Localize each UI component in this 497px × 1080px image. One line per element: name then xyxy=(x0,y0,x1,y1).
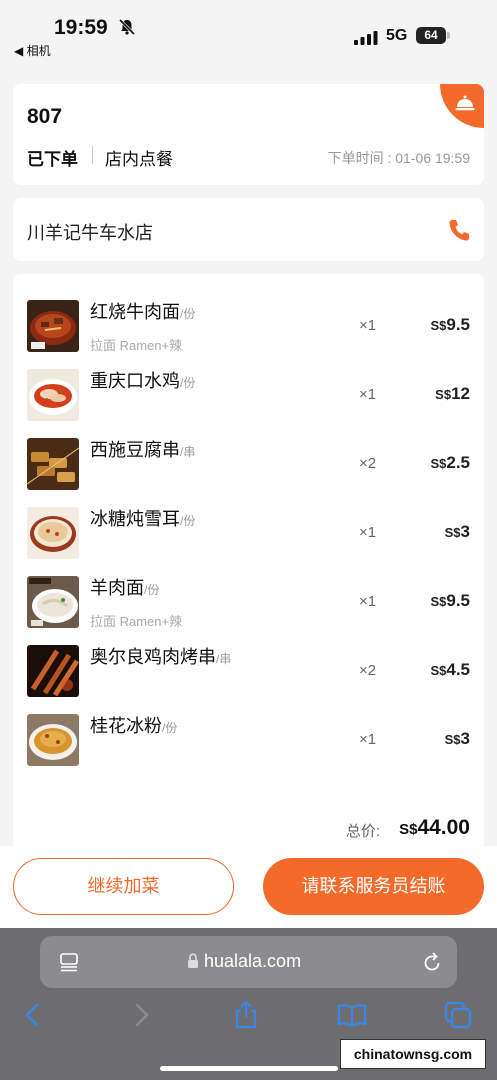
item-options: 拉面 Ramen+辣 xyxy=(90,614,183,629)
home-indicator[interactable] xyxy=(160,1066,338,1071)
total-label: 总价: xyxy=(345,823,380,840)
item-name: 奥尔良鸡肉烤串/串 xyxy=(90,647,232,667)
item-options: 拉面 Ramen+辣 xyxy=(90,338,183,353)
signal-icon xyxy=(354,31,378,45)
item-unit: /份 xyxy=(180,376,196,390)
item-quantity: ×2 xyxy=(359,662,377,679)
item-name: 桂花冰粉/份 xyxy=(90,716,178,736)
item-name: 冰糖炖雪耳/份 xyxy=(90,509,196,529)
order-time: 下单时间 : 01-06 19:59 xyxy=(327,150,470,166)
item-price: S$4.5 xyxy=(430,660,470,679)
lock-icon xyxy=(188,953,198,968)
list-item: 冰糖炖雪耳/份 ×1 S$3 xyxy=(13,507,484,567)
battery-level: 64 xyxy=(416,27,446,44)
share-icon[interactable] xyxy=(231,1000,261,1030)
dish-image xyxy=(27,438,79,490)
item-price: S$9.5 xyxy=(430,315,470,334)
item-quantity: ×1 xyxy=(359,593,377,610)
bookmarks-icon[interactable] xyxy=(337,1000,367,1030)
action-bar: 继续加菜 请联系服务员结账 xyxy=(0,846,497,928)
order-status: 已下单 xyxy=(27,150,78,169)
dish-image xyxy=(27,369,79,421)
phone-icon[interactable] xyxy=(448,218,470,242)
item-price: S$12 xyxy=(435,384,470,403)
item-unit: /份 xyxy=(162,721,178,735)
service-bell-icon xyxy=(455,95,475,111)
service-bell-badge[interactable] xyxy=(440,84,484,128)
battery-icon: 64 xyxy=(416,27,450,44)
item-quantity: ×2 xyxy=(359,455,377,472)
watermark: chinatownsg.com xyxy=(340,1039,486,1069)
item-quantity: ×1 xyxy=(359,317,377,334)
network-type: 5G xyxy=(386,27,408,44)
item-unit: /串 xyxy=(216,652,232,666)
items-card: 红烧牛肉面/份 拉面 Ramen+辣 ×1 S$9.5 重庆口水鸡/份 ×1 S… xyxy=(13,274,484,854)
bell-slash-icon xyxy=(118,18,136,36)
item-unit: /份 xyxy=(180,307,196,321)
checkout-button[interactable]: 请联系服务员结账 xyxy=(263,858,484,915)
list-item: 红烧牛肉面/份 拉面 Ramen+辣 ×1 S$9.5 xyxy=(13,300,484,360)
url-text: hualala.com xyxy=(204,951,302,971)
clock-time: 19:59 xyxy=(54,16,108,39)
store-name: 川羊记牛车水店 xyxy=(27,223,153,243)
item-name: 羊肉面/份 xyxy=(90,578,160,598)
item-quantity: ×1 xyxy=(359,524,377,541)
dish-image xyxy=(27,576,79,628)
dish-image xyxy=(27,645,79,697)
order-number: 807 xyxy=(27,105,63,128)
forward-icon[interactable] xyxy=(126,1000,156,1030)
tabs-icon[interactable] xyxy=(443,1000,473,1030)
store-card: 川羊记牛车水店 xyxy=(13,198,484,261)
list-item: 桂花冰粉/份 ×1 S$3 xyxy=(13,714,484,774)
total-price: S$44.00 xyxy=(399,816,470,839)
item-unit: /串 xyxy=(180,445,196,459)
item-quantity: ×1 xyxy=(359,731,377,748)
dish-image xyxy=(27,714,79,766)
list-item: 西施豆腐串/串 ×2 S$2.5 xyxy=(13,438,484,498)
reader-icon[interactable] xyxy=(60,952,80,972)
order-card: 807 已下单 店内点餐 下单时间 : 01-06 19:59 xyxy=(13,84,484,185)
order-type: 店内点餐 xyxy=(105,150,173,169)
item-name: 西施豆腐串/串 xyxy=(90,440,196,460)
address-bar[interactable]: hualala.com xyxy=(40,936,457,988)
dish-image xyxy=(27,507,79,559)
reload-icon[interactable] xyxy=(421,951,443,973)
list-item: 奥尔良鸡肉烤串/串 ×2 S$4.5 xyxy=(13,645,484,705)
item-quantity: ×1 xyxy=(359,386,377,403)
divider xyxy=(92,146,93,164)
back-icon[interactable] xyxy=(18,1000,48,1030)
item-price: S$2.5 xyxy=(430,453,470,472)
list-item: 重庆口水鸡/份 ×1 S$12 xyxy=(13,369,484,429)
status-bar: 19:59 ◀ 相机 5G 64 xyxy=(0,0,497,64)
add-more-button[interactable]: 继续加菜 xyxy=(13,858,234,915)
battery-tip xyxy=(447,32,450,39)
back-to-app-link[interactable]: ◀ 相机 xyxy=(14,42,51,59)
dish-image xyxy=(27,300,79,352)
list-item: 羊肉面/份 拉面 Ramen+辣 ×1 S$9.5 xyxy=(13,576,484,636)
item-name: 红烧牛肉面/份 xyxy=(90,302,196,322)
item-price: S$9.5 xyxy=(430,591,470,610)
item-name: 重庆口水鸡/份 xyxy=(90,371,196,391)
item-price: S$3 xyxy=(444,729,470,748)
item-unit: /份 xyxy=(144,583,160,597)
item-unit: /份 xyxy=(180,514,196,528)
item-price: S$3 xyxy=(444,522,470,541)
